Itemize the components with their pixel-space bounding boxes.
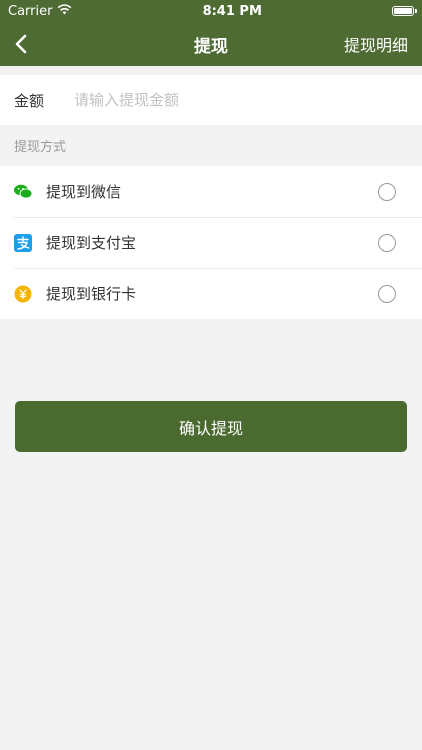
confirm-area: 确认提现 [0, 319, 422, 452]
chevron-left-icon [15, 34, 27, 54]
amount-row: 金额 [0, 75, 422, 125]
method-label: 提现到支付宝 [46, 234, 137, 252]
back-button[interactable] [14, 30, 42, 58]
battery-icon [391, 6, 417, 16]
section-title: 提现方式 [14, 140, 67, 155]
carrier-label: Carrier [8, 3, 53, 19]
method-radio[interactable] [378, 182, 396, 201]
withdraw-history-button[interactable]: 提现明细 [344, 32, 408, 56]
method-label: 提现到银行卡 [46, 285, 137, 303]
withdraw-method-list: 提现到微信 提现到支付宝 提现到银行卡 [0, 166, 422, 319]
method-wechat[interactable]: 提现到微信 [0, 166, 422, 217]
method-bank-card[interactable]: 提现到银行卡 [0, 268, 422, 319]
method-radio[interactable] [378, 233, 396, 252]
wifi-icon [57, 3, 72, 19]
nav-bar: 提现 提现明细 [0, 22, 422, 66]
spacer [0, 66, 422, 75]
confirm-withdraw-button[interactable]: 确认提现 [15, 401, 407, 452]
alipay-icon [14, 233, 32, 252]
status-bar: Carrier 8:41 PM [0, 0, 422, 22]
method-radio[interactable] [378, 284, 396, 303]
wechat-icon [14, 183, 32, 201]
method-alipay[interactable]: 提现到支付宝 [0, 217, 422, 268]
yuan-coin-icon [14, 285, 32, 303]
amount-label: 金额 [14, 91, 45, 110]
method-label: 提现到微信 [46, 183, 122, 201]
status-time: 8:41 PM [202, 3, 262, 19]
amount-input[interactable] [72, 90, 408, 110]
status-left: Carrier [8, 4, 72, 19]
